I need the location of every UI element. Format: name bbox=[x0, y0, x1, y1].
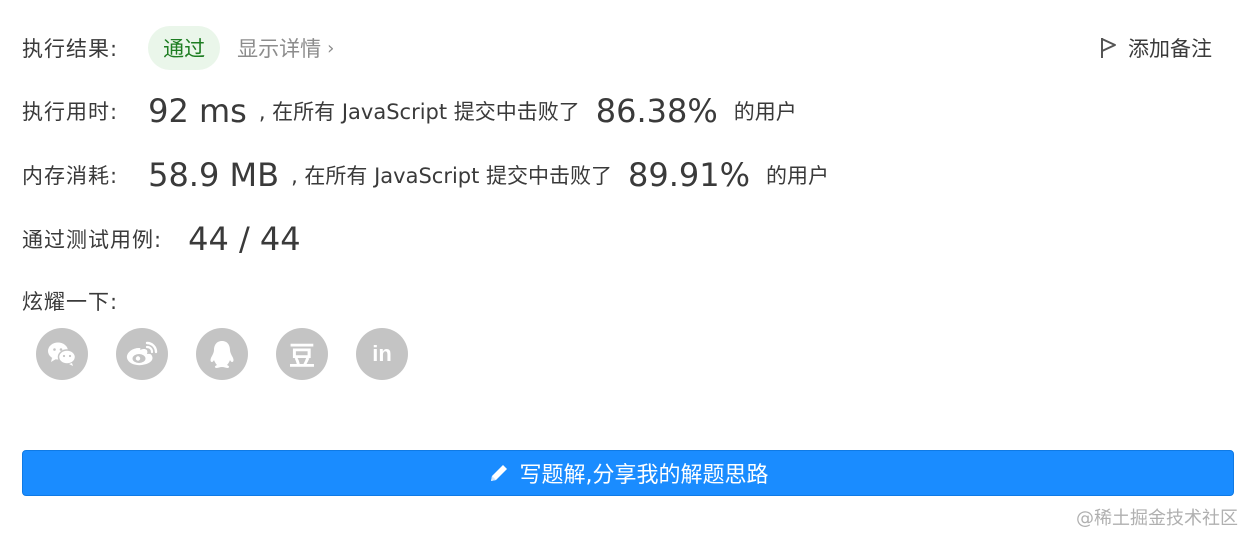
runtime-row: 执行用时: 92 ms , 在所有 JavaScript 提交中击败了 86.3… bbox=[22, 92, 797, 130]
share-weibo-button[interactable] bbox=[116, 328, 168, 380]
tests-label: 通过测试用例: bbox=[22, 228, 163, 252]
share-row-label: 炫耀一下: bbox=[22, 286, 118, 316]
show-details-link[interactable]: 显示详情 › bbox=[237, 33, 334, 63]
result-row: 执行结果: 通过 显示详情 › bbox=[22, 26, 334, 70]
runtime-value: 92 ms bbox=[148, 92, 247, 130]
memory-row: 内存消耗: 58.9 MB , 在所有 JavaScript 提交中击败了 89… bbox=[22, 156, 829, 194]
share-douban-button[interactable]: 豆 bbox=[276, 328, 328, 380]
flag-icon bbox=[1101, 38, 1116, 58]
memory-label: 内存消耗: bbox=[22, 164, 119, 188]
wechat-icon bbox=[48, 342, 77, 366]
runtime-label: 执行用时: bbox=[22, 100, 119, 124]
add-note-button[interactable]: 添加备注 bbox=[1100, 33, 1212, 63]
memory-middle-text: , 在所有 JavaScript 提交中击败了 bbox=[291, 164, 613, 188]
chevron-right-icon: › bbox=[327, 37, 335, 59]
tests-value: 44 / 44 bbox=[188, 220, 301, 258]
runtime-middle-text: , 在所有 JavaScript 提交中击败了 bbox=[258, 100, 580, 124]
share-qq-button[interactable] bbox=[196, 328, 248, 380]
share-label: 炫耀一下: bbox=[22, 290, 119, 314]
memory-value: 58.9 MB bbox=[148, 156, 280, 194]
weibo-icon bbox=[126, 341, 158, 366]
watermark: @稀土掘金技术社区 bbox=[1076, 508, 1238, 529]
runtime-suffix: 的用户 bbox=[733, 100, 797, 124]
qq-icon bbox=[210, 341, 234, 368]
share-wechat-button[interactable] bbox=[36, 328, 88, 380]
pencil-icon bbox=[490, 465, 507, 481]
status-badge: 通过 bbox=[148, 26, 221, 70]
show-details-label: 显示详情 bbox=[237, 37, 322, 61]
result-label: 执行结果: bbox=[22, 37, 119, 61]
memory-suffix: 的用户 bbox=[766, 164, 830, 188]
douban-icon: 豆 bbox=[288, 341, 315, 372]
runtime-percent: 86.38% bbox=[595, 92, 718, 130]
tests-row: 通过测试用例: 44 / 44 bbox=[22, 220, 301, 258]
share-linkedin-button[interactable]: in bbox=[356, 328, 408, 380]
add-note-label: 添加备注 bbox=[1128, 37, 1212, 61]
write-solution-button[interactable]: 写题解,分享我的解题思路 bbox=[22, 450, 1234, 496]
share-buttons: 豆 in bbox=[36, 328, 436, 380]
write-solution-label: 写题解,分享我的解题思路 bbox=[519, 463, 769, 488]
memory-percent: 89.91% bbox=[628, 156, 751, 194]
linkedin-icon: in bbox=[372, 341, 392, 366]
